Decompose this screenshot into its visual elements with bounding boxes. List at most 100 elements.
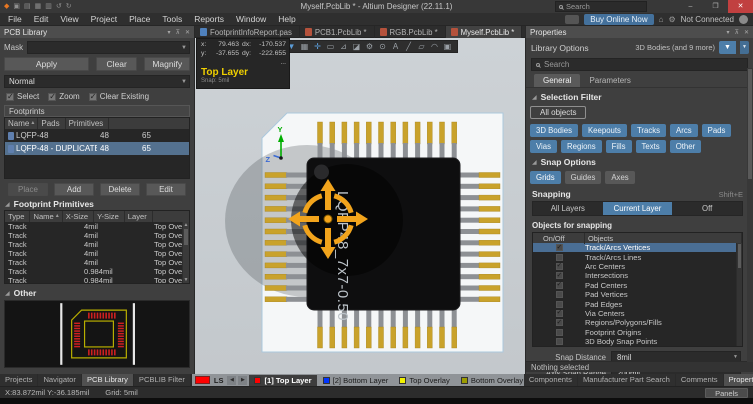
scrollbar[interactable]: ▲ ▼ (182, 222, 189, 283)
save-icon[interactable]: ▣ (13, 1, 20, 12)
footprint-action-button[interactable]: Delete (100, 183, 140, 196)
buy-online-button[interactable]: Buy Online Now (584, 14, 653, 25)
current-layer-swatch[interactable] (195, 376, 210, 384)
chevron-down-icon[interactable]: ▼ (181, 42, 187, 54)
layer-tab[interactable]: [1] Top Layer (249, 375, 316, 386)
column-header[interactable]: Primitives (66, 118, 110, 129)
panel-tab[interactable]: Properties (724, 374, 753, 386)
menu-item[interactable]: Tools (156, 13, 188, 25)
scrollbar[interactable] (747, 68, 753, 362)
open-icon[interactable]: ▤ (24, 1, 31, 12)
scrollbar-thumb[interactable] (738, 244, 741, 268)
clear-button[interactable]: Clear (96, 57, 137, 71)
primitive-row[interactable]: Track 4mil Top Over... (5, 240, 189, 249)
altium-logo[interactable]: ◆ (4, 1, 9, 12)
footprint-action-button[interactable]: Add (54, 183, 94, 196)
option-checkbox[interactable]: Zoom (48, 92, 79, 101)
layer-tab[interactable]: Top Overlay (394, 375, 455, 386)
collapse-icon[interactable]: ◢ (5, 290, 10, 297)
column-header[interactable]: Y-Size (94, 211, 125, 222)
option-checkbox[interactable]: Clear Existing (89, 92, 149, 101)
checkbox-box[interactable] (556, 272, 563, 279)
collapse-icon[interactable]: ◢ (532, 94, 537, 101)
snapping-mode-option[interactable]: All Layers (533, 202, 603, 215)
scroll-up-icon[interactable]: ▲ (183, 222, 189, 228)
footprint-action-button[interactable]: Place (8, 183, 48, 196)
column-header[interactable]: Layer (125, 211, 153, 222)
menu-item[interactable]: Help (272, 13, 301, 25)
panels-button[interactable]: Panels (705, 388, 748, 398)
snapping-object-row[interactable]: Pad Vertices (533, 290, 742, 299)
filter-chip[interactable]: Pads (702, 124, 732, 137)
panel-tab[interactable]: Comments (676, 374, 724, 386)
other-section-header[interactable]: ◢ Other (5, 288, 190, 298)
snapping-object-row[interactable]: Track/Arcs Lines (533, 252, 742, 261)
polygon-icon[interactable]: ▱ (415, 41, 428, 52)
grid-icon[interactable]: ▣ (441, 41, 454, 52)
filter-chip[interactable]: Regions (561, 140, 602, 153)
filter-chip[interactable]: Vias (530, 140, 557, 153)
document-tab[interactable]: Myself.PcbLib * (446, 26, 523, 38)
chevron-down-icon[interactable]: ▾ (168, 29, 171, 36)
scrollbar-thumb[interactable] (184, 229, 188, 245)
gear-icon[interactable]: ⚙ (668, 15, 675, 24)
undo-icon[interactable]: ↺ (56, 1, 62, 12)
footprint-row[interactable]: LQFP-48 - DUPLICATE 48 65 (5, 142, 189, 155)
checkbox-box[interactable] (556, 263, 563, 270)
apply-button[interactable]: Apply (4, 57, 89, 71)
document-tab[interactable]: RGB.PcbLib * (375, 26, 446, 38)
chevron-down-icon[interactable]: ▾ (727, 29, 730, 36)
user-avatar-icon[interactable] (739, 15, 748, 24)
checkbox-box[interactable] (556, 310, 563, 317)
snapping-object-row[interactable]: Via Centers (533, 309, 742, 318)
measure-icon[interactable]: ⊿ (337, 41, 350, 52)
filter-chip[interactable]: Texts (636, 140, 666, 153)
selection-filter-header[interactable]: ◢ Selection Filter (532, 92, 743, 102)
panel-tab[interactable]: Navigator (38, 374, 82, 386)
checkbox-box[interactable] (556, 301, 563, 308)
snapping-object-row[interactable]: Footprint Origins (533, 328, 742, 337)
panel-tab[interactable]: Components (524, 374, 578, 386)
snapping-object-row[interactable]: Pad Centers (533, 281, 742, 290)
redo-icon[interactable]: ↻ (66, 1, 72, 12)
footprint-action-button[interactable]: Edit (146, 183, 186, 196)
snap-options-header[interactable]: ◢ Snap Options (532, 157, 743, 167)
pin-icon[interactable]: ⊼ (176, 29, 180, 36)
text-icon[interactable]: A (389, 41, 402, 52)
menu-item[interactable]: Project (85, 13, 123, 25)
home-icon[interactable]: ⌂ (659, 15, 664, 24)
menu-item[interactable]: Reports (188, 13, 230, 25)
filter-funnel-button[interactable]: ▼ (719, 41, 736, 54)
board-icon[interactable]: ▦ (298, 41, 311, 52)
panel-tab[interactable]: PCBLIB Filter (134, 374, 191, 386)
line-icon[interactable]: ╱ (402, 41, 415, 52)
snapping-object-row[interactable]: Intersections (533, 271, 742, 280)
option-checkbox[interactable]: Select (6, 92, 39, 101)
primitive-row[interactable]: Track 4mil Top Over... (5, 222, 189, 231)
checkbox-box[interactable] (556, 254, 563, 261)
layer-set-label[interactable]: LS (214, 376, 224, 385)
via-icon[interactable]: ⊙ (376, 41, 389, 52)
gear-icon[interactable]: ⚙ (363, 41, 376, 52)
checkbox-box[interactable] (556, 338, 563, 345)
checkbox-box[interactable] (556, 282, 563, 289)
menu-item[interactable]: Edit (28, 13, 55, 25)
checkbox-box[interactable] (556, 244, 563, 251)
snapping-mode-option[interactable]: Off (672, 202, 742, 215)
column-header[interactable]: Pads (38, 118, 65, 129)
move-cross-icon[interactable]: ✛ (311, 41, 324, 52)
column-header[interactable]: Objects (585, 233, 742, 244)
snap-chip[interactable]: Grids (530, 171, 561, 184)
collapse-icon[interactable]: ◢ (532, 159, 537, 166)
filter-chip[interactable]: 3D Bodies (530, 124, 578, 137)
comment-icon[interactable] (565, 15, 579, 24)
restore-button[interactable]: ❐ (703, 0, 728, 13)
collapse-icon[interactable]: ◢ (5, 201, 10, 208)
menu-item[interactable]: View (54, 13, 84, 25)
snapping-object-row[interactable]: Pad Edges (533, 299, 742, 308)
filter-chip[interactable]: Tracks (631, 124, 666, 137)
layer-tab[interactable]: [2] Bottom Layer (318, 375, 394, 386)
snapping-object-row[interactable]: Track/Arcs Vertices (533, 243, 742, 252)
close-button[interactable]: ✕ (728, 0, 753, 13)
checkbox-box[interactable] (556, 291, 563, 298)
